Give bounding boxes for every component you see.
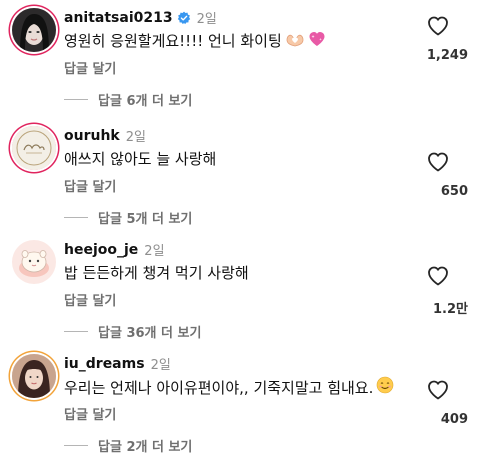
heart-hands-emoji-icon [285,31,305,51]
view-replies-button[interactable]: 답글 36개 더 보기 [64,322,201,341]
username[interactable]: heejoo_je [64,242,138,258]
comment-text-body: 애쓰지 않아도 늘 사랑해 [64,150,217,168]
username[interactable]: ouruhk [64,128,120,144]
like-area: 650 [416,144,468,199]
heart-icon[interactable] [426,264,450,288]
comment-text: 애쓰지 않아도 늘 사랑해 [64,148,216,169]
comment-text-body: 영원히 응원할게요!!!! 언니 화이팅 [64,32,282,50]
reply-button[interactable]: 답글 달기 [64,176,116,195]
view-replies-button[interactable]: 답글 5개 더 보기 [64,208,192,227]
comment-time: 2일 [196,12,217,27]
like-area: 1,249 [416,8,468,63]
avatar[interactable] [12,8,56,52]
view-replies-divider [64,217,88,218]
like-count: 409 [440,412,468,427]
comment-text: 우리는 언제나 아이유편이야,, 기죽지말고 힘내요. [64,376,394,398]
like-count: 1.2만 [433,302,468,317]
smiling-face-emoji-icon [376,376,394,398]
like-count: 650 [440,184,468,199]
view-replies-label: 답글 2개 더 보기 [98,440,193,455]
avatar[interactable] [12,354,56,398]
comment-text-body: 밥 든든하게 챙겨 먹기 사랑해 [64,264,249,282]
heart-icon[interactable] [426,150,450,174]
view-replies-button[interactable]: 답글 2개 더 보기 [64,436,192,455]
avatar[interactable] [12,240,56,284]
reply-button[interactable]: 답글 달기 [64,290,116,309]
comment-header: ouruhk 2일 [64,126,146,146]
username[interactable]: iu_dreams [64,356,145,372]
reply-button[interactable]: 답글 달기 [64,404,116,423]
verified-badge-icon [177,11,191,25]
avatar[interactable] [12,126,56,170]
view-replies-label: 답글 6개 더 보기 [98,94,193,109]
comment-time: 2일 [150,358,171,373]
comment-time: 2일 [125,130,146,145]
view-replies-divider [64,99,88,100]
like-area: 1.2만 [416,258,468,317]
comment-header: anitatsai0213 2일 [64,8,217,28]
comment-text-body: 우리는 언제나 아이유편이야,, 기죽지말고 힘내요. [64,378,374,397]
comment-text: 영원히 응원할게요!!!! 언니 화이팅 [64,30,326,51]
comment-time: 2일 [144,244,165,259]
reply-button[interactable]: 답글 달기 [64,58,116,77]
like-area: 409 [416,372,468,427]
comments-list: anitatsai0213 2일 영원히 응원할게요!!!! 언니 화이팅 답글… [0,0,480,462]
heart-icon[interactable] [426,14,450,38]
view-replies-label: 답글 5개 더 보기 [98,212,193,227]
like-count: 1,249 [426,48,468,63]
view-replies-divider [64,331,88,332]
comment-header: heejoo_je 2일 [64,240,165,260]
comment-text: 밥 든든하게 챙겨 먹기 사랑해 [64,262,249,283]
username[interactable]: anitatsai0213 [64,10,173,26]
comment-header: iu_dreams 2일 [64,354,171,374]
heart-icon[interactable] [426,378,450,402]
view-replies-label: 답글 36개 더 보기 [98,326,202,341]
view-replies-button[interactable]: 답글 6개 더 보기 [64,90,192,109]
sparkling-heart-emoji-icon [308,31,326,51]
view-replies-divider [64,445,88,446]
